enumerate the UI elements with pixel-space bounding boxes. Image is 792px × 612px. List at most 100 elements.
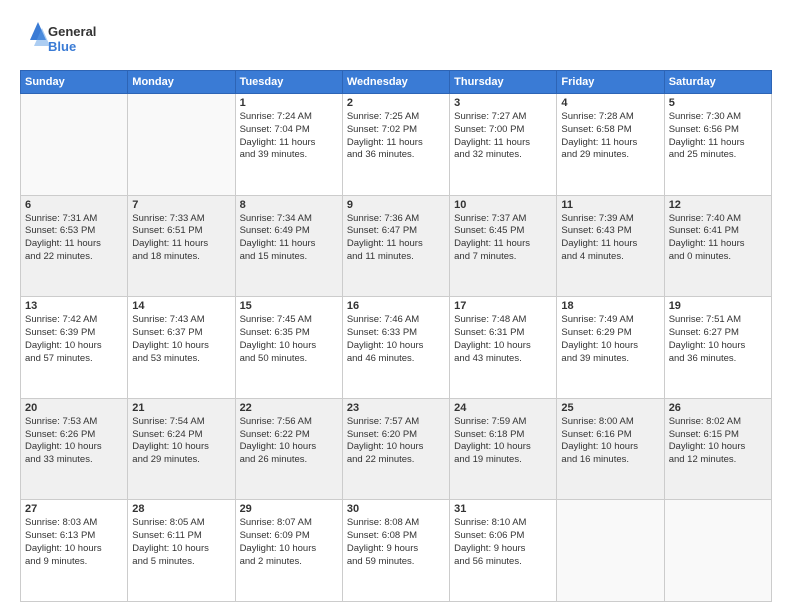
calendar-header-row: SundayMondayTuesdayWednesdayThursdayFrid…	[21, 71, 772, 94]
cell-info: and 15 minutes.	[240, 251, 338, 264]
calendar-cell: 22Sunrise: 7:56 AMSunset: 6:22 PMDayligh…	[235, 398, 342, 500]
cell-info: Sunrise: 7:51 AM	[669, 314, 767, 327]
cell-info: and 39 minutes.	[561, 353, 659, 366]
day-number: 27	[25, 503, 123, 515]
cell-info: Daylight: 11 hours	[240, 137, 338, 150]
calendar-cell: 15Sunrise: 7:45 AMSunset: 6:35 PMDayligh…	[235, 297, 342, 399]
calendar-cell	[664, 500, 771, 602]
calendar-cell: 17 Sunrise: 7:48 AMSunset: 6:31 PMDayligh…	[450, 297, 557, 399]
cell-info: Daylight: 11 hours	[132, 238, 230, 251]
cell-info: Daylight: 10 hours	[25, 340, 123, 353]
cell-info: Daylight: 9 hours	[454, 543, 552, 556]
day-number: 30	[347, 503, 445, 515]
cell-info: Sunset: 6:41 PM	[669, 225, 767, 238]
weekday-header: Monday	[128, 71, 235, 94]
day-number: 8	[240, 199, 338, 211]
cell-info: Sunrise: 8:00 AM	[561, 416, 659, 429]
day-number: 15	[240, 300, 338, 312]
cell-info: Sunset: 6:11 PM	[132, 530, 230, 543]
cell-info: Sunset: 6:20 PM	[347, 429, 445, 442]
cell-info: Sunset: 6:31 PM	[454, 327, 552, 340]
cell-info: and 12 minutes.	[669, 454, 767, 467]
cell-info: and 36 minutes.	[347, 149, 445, 162]
cell-info: and 32 minutes.	[454, 149, 552, 162]
cell-info: Daylight: 10 hours	[240, 543, 338, 556]
cell-info: Sunrise: 8:03 AM	[25, 517, 123, 530]
cell-info: Sunset: 7:00 PM	[454, 124, 552, 137]
cell-info: and 43 minutes.	[454, 353, 552, 366]
svg-text:General: General	[48, 24, 96, 39]
cell-info: Sunset: 6:29 PM	[561, 327, 659, 340]
calendar-cell: 8Sunrise: 7:34 AMSunset: 6:49 PMDaylight…	[235, 195, 342, 297]
cell-info: Sunrise: 7:27 AM	[454, 111, 552, 124]
cell-info: Daylight: 10 hours	[347, 340, 445, 353]
day-number: 24	[454, 402, 552, 414]
cell-info: Sunrise: 7:39 AM	[561, 213, 659, 226]
day-number: 16	[347, 300, 445, 312]
cell-info: Daylight: 11 hours	[454, 137, 552, 150]
calendar-row: 13Sunrise: 7:42 AMSunset: 6:39 PMDayligh…	[21, 297, 772, 399]
day-number: 1	[240, 97, 338, 109]
cell-info: and 59 minutes.	[347, 556, 445, 569]
weekday-header: Friday	[557, 71, 664, 94]
cell-info: Sunset: 6:53 PM	[25, 225, 123, 238]
calendar-cell: 29Sunrise: 8:07 AMSunset: 6:09 PMDayligh…	[235, 500, 342, 602]
cell-info: Daylight: 11 hours	[25, 238, 123, 251]
calendar-cell: 25Sunrise: 8:00 AMSunset: 6:16 PMDayligh…	[557, 398, 664, 500]
logo-icon: General Blue	[20, 18, 110, 60]
cell-info: Sunrise: 7:25 AM	[347, 111, 445, 124]
weekday-header: Saturday	[664, 71, 771, 94]
day-number: 31	[454, 503, 552, 515]
cell-info: and 56 minutes.	[454, 556, 552, 569]
cell-info: and 22 minutes.	[347, 454, 445, 467]
cell-info: Sunrise: 7:40 AM	[669, 213, 767, 226]
cell-info: Sunset: 6:56 PM	[669, 124, 767, 137]
cell-info: Sunrise: 7:48 AM	[454, 314, 552, 327]
cell-info: and 25 minutes.	[669, 149, 767, 162]
cell-info: Sunrise: 7:37 AM	[454, 213, 552, 226]
weekday-header: Tuesday	[235, 71, 342, 94]
svg-text:Blue: Blue	[48, 39, 76, 54]
day-number: 4	[561, 97, 659, 109]
cell-info: Sunrise: 7:34 AM	[240, 213, 338, 226]
cell-info: Daylight: 11 hours	[454, 238, 552, 251]
cell-info: Sunrise: 8:07 AM	[240, 517, 338, 530]
weekday-header: Thursday	[450, 71, 557, 94]
cell-info: Daylight: 10 hours	[25, 543, 123, 556]
cell-info: Sunrise: 7:24 AM	[240, 111, 338, 124]
cell-info: and 7 minutes.	[454, 251, 552, 264]
calendar-row: 27Sunrise: 8:03 AMSunset: 6:13 PMDayligh…	[21, 500, 772, 602]
calendar-row: 20Sunrise: 7:53 AMSunset: 6:26 PMDayligh…	[21, 398, 772, 500]
calendar-cell: 5Sunrise: 7:30 AMSunset: 6:56 PMDaylight…	[664, 94, 771, 196]
day-number: 23	[347, 402, 445, 414]
cell-info: Daylight: 10 hours	[454, 340, 552, 353]
cell-info: and 29 minutes.	[132, 454, 230, 467]
calendar-cell: 16Sunrise: 7:46 AMSunset: 6:33 PMDayligh…	[342, 297, 449, 399]
cell-info: Sunset: 6:08 PM	[347, 530, 445, 543]
cell-info: Sunset: 6:18 PM	[454, 429, 552, 442]
page: General Blue SundayMondayTuesdayWednesda…	[0, 0, 792, 612]
day-number: 12	[669, 199, 767, 211]
day-number: 11	[561, 199, 659, 211]
cell-info: Daylight: 10 hours	[561, 441, 659, 454]
cell-info: Sunset: 6:13 PM	[25, 530, 123, 543]
calendar-cell: 19Sunrise: 7:51 AMSunset: 6:27 PMDayligh…	[664, 297, 771, 399]
cell-info: and 46 minutes.	[347, 353, 445, 366]
calendar-cell: 11Sunrise: 7:39 AMSunset: 6:43 PMDayligh…	[557, 195, 664, 297]
cell-info: and 53 minutes.	[132, 353, 230, 366]
cell-info: Sunset: 6:24 PM	[132, 429, 230, 442]
cell-info: and 57 minutes.	[25, 353, 123, 366]
calendar-row: 6Sunrise: 7:31 AMSunset: 6:53 PMDaylight…	[21, 195, 772, 297]
day-number: 17	[454, 300, 552, 312]
calendar-cell: 13Sunrise: 7:42 AMSunset: 6:39 PMDayligh…	[21, 297, 128, 399]
day-number: 29	[240, 503, 338, 515]
cell-info: Sunrise: 7:43 AM	[132, 314, 230, 327]
day-number: 14	[132, 300, 230, 312]
cell-info: Sunset: 6:16 PM	[561, 429, 659, 442]
day-number: 22	[240, 402, 338, 414]
day-number: 5	[669, 97, 767, 109]
cell-info: Sunrise: 7:28 AM	[561, 111, 659, 124]
day-number: 21	[132, 402, 230, 414]
calendar-cell: 7Sunrise: 7:33 AMSunset: 6:51 PMDaylight…	[128, 195, 235, 297]
logo: General Blue	[20, 18, 110, 60]
